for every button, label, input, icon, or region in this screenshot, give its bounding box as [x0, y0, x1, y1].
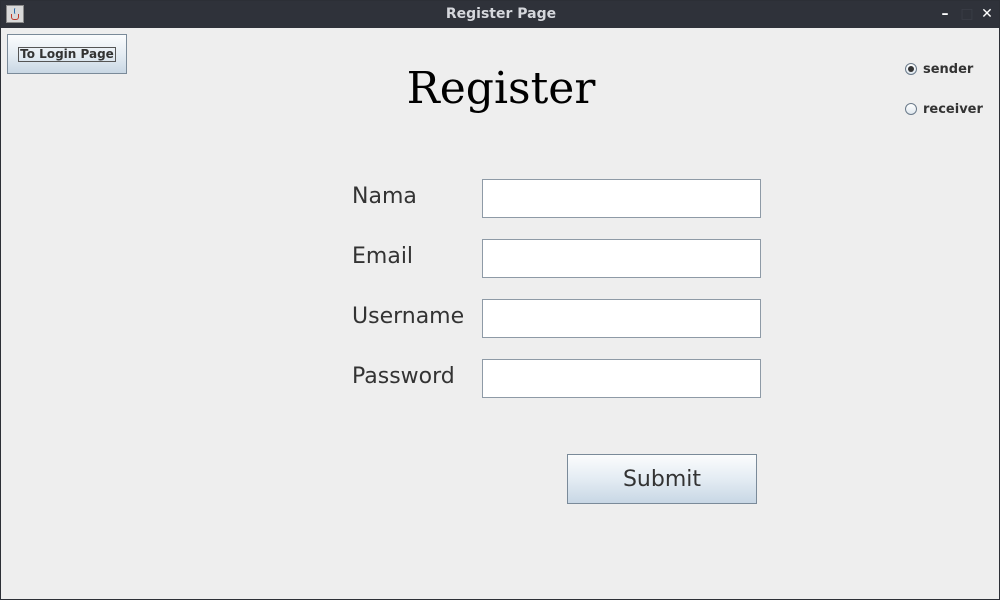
window-title: Register Page [445, 6, 557, 22]
nama-field[interactable] [482, 179, 761, 218]
submit-button[interactable]: Submit [567, 454, 757, 504]
password-label: Password [352, 364, 455, 389]
email-label: Email [352, 244, 414, 269]
password-field[interactable] [482, 359, 761, 398]
register-window: Register Page – □ ✕ To Login Page Regist… [0, 0, 1000, 600]
title-bar[interactable]: Register Page – □ ✕ [1, 1, 999, 28]
to-login-page-label: To Login Page [18, 46, 116, 62]
page-title: Register [406, 63, 596, 114]
radio-sender[interactable]: sender [905, 60, 973, 78]
email-field[interactable] [482, 239, 761, 278]
radio-receiver-label: receiver [923, 101, 983, 117]
radio-unselected-icon[interactable] [905, 103, 917, 115]
username-field[interactable] [482, 299, 761, 338]
maximize-icon[interactable]: □ [959, 5, 975, 23]
nama-label: Nama [352, 184, 417, 209]
radio-receiver[interactable]: receiver [905, 100, 983, 118]
minimize-icon[interactable]: – [937, 5, 953, 23]
username-label: Username [352, 304, 465, 329]
close-icon[interactable]: ✕ [979, 5, 995, 23]
radio-sender-label: sender [923, 61, 974, 77]
radio-selected-icon[interactable] [905, 63, 917, 75]
